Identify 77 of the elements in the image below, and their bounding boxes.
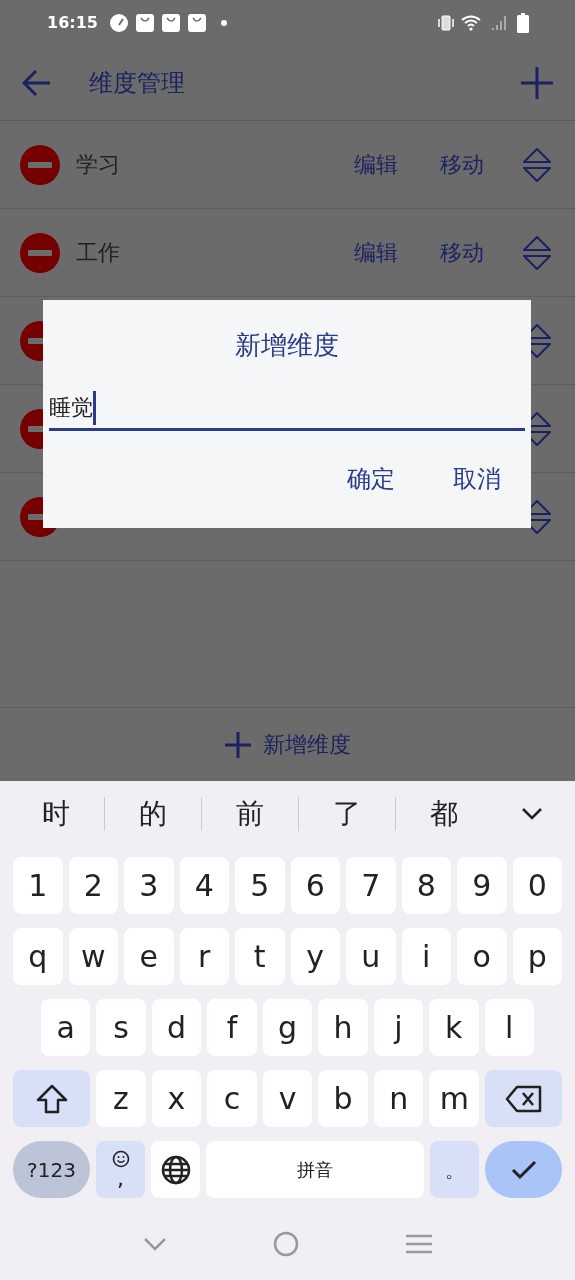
battery-icon xyxy=(517,12,529,33)
key[interactable]: j xyxy=(373,999,424,1056)
key[interactable]: o xyxy=(457,928,507,985)
back-arrow-icon[interactable] xyxy=(22,67,52,98)
dialog-button[interactable]: 取消 xyxy=(453,461,501,497)
key[interactable]: 1 xyxy=(13,857,63,914)
status-time: 16:15 xyxy=(47,11,98,34)
shift-icon xyxy=(35,1083,68,1114)
key[interactable]: 0 xyxy=(512,857,562,914)
speedometer-icon xyxy=(109,13,128,32)
candidate-word[interactable]: 都 xyxy=(396,793,492,835)
key[interactable]: f xyxy=(207,999,257,1056)
key[interactable]: 3 xyxy=(124,857,174,914)
key[interactable]: g xyxy=(262,999,313,1056)
emoji-comma-key[interactable]: , xyxy=(96,1141,145,1198)
key[interactable]: 4 xyxy=(179,857,229,914)
comma-label: , xyxy=(117,1167,124,1190)
key[interactable]: b xyxy=(318,1070,368,1127)
backspace-key[interactable] xyxy=(485,1070,563,1127)
period-key[interactable]: 。 xyxy=(430,1141,479,1198)
shift-key[interactable] xyxy=(13,1070,90,1127)
key[interactable]: p xyxy=(512,928,562,985)
key[interactable]: e xyxy=(124,928,174,985)
plus-icon xyxy=(224,731,251,758)
dot-icon xyxy=(220,19,227,26)
key[interactable]: k xyxy=(429,999,479,1056)
key[interactable]: a xyxy=(41,999,91,1056)
key[interactable]: v xyxy=(262,1070,313,1127)
space-key[interactable]: 拼音 xyxy=(206,1141,424,1198)
enter-key[interactable] xyxy=(485,1141,562,1198)
key[interactable]: 9 xyxy=(457,857,507,914)
shopping-bag-icon xyxy=(187,13,206,32)
page-title: 维度管理 xyxy=(89,67,185,99)
language-key[interactable] xyxy=(151,1141,200,1198)
key[interactable]: 7 xyxy=(346,857,396,914)
vibrate-icon xyxy=(437,14,455,31)
key[interactable]: i xyxy=(401,928,451,985)
key[interactable]: y xyxy=(290,928,340,985)
key[interactable]: r xyxy=(179,928,229,985)
backspace-icon xyxy=(504,1084,543,1113)
key[interactable]: 2 xyxy=(68,857,118,914)
key[interactable]: l xyxy=(484,999,534,1056)
candidate-word[interactable]: 时 xyxy=(8,793,104,835)
signal-icon xyxy=(491,14,507,31)
key[interactable]: w xyxy=(68,928,118,985)
symbols-key[interactable]: ?123 xyxy=(13,1141,90,1198)
key[interactable]: x xyxy=(151,1070,202,1127)
chevron-down-icon[interactable] xyxy=(521,807,543,821)
dialog-button[interactable]: 确定 xyxy=(347,461,395,497)
key[interactable]: u xyxy=(346,928,396,985)
key[interactable]: n xyxy=(373,1070,424,1127)
globe-icon xyxy=(160,1154,191,1185)
key[interactable]: d xyxy=(151,999,202,1056)
name-input-field[interactable]: 睡觉 xyxy=(49,387,525,431)
key[interactable]: z xyxy=(96,1070,146,1127)
key[interactable]: c xyxy=(207,1070,257,1127)
item-label: 工作 xyxy=(76,239,120,267)
key[interactable]: 5 xyxy=(235,857,285,914)
key[interactable]: 8 xyxy=(401,857,451,914)
wifi-icon xyxy=(461,14,481,31)
shopping-bag-icon xyxy=(135,13,154,32)
key[interactable]: 6 xyxy=(290,857,340,914)
candidate-word[interactable]: 前 xyxy=(202,793,298,835)
key[interactable]: t xyxy=(235,928,285,985)
dialog-title: 新增维度 xyxy=(235,329,339,362)
input-value: 睡觉 xyxy=(49,394,93,422)
key[interactable]: m xyxy=(429,1070,480,1127)
key[interactable]: s xyxy=(96,999,146,1056)
key[interactable]: q xyxy=(13,928,63,985)
check-icon xyxy=(509,1158,538,1181)
item-label: 学习 xyxy=(76,151,120,179)
candidate-word[interactable]: 的 xyxy=(105,793,201,835)
add-icon[interactable] xyxy=(521,66,553,99)
key[interactable]: h xyxy=(318,999,368,1056)
shopping-bag-icon xyxy=(161,13,180,32)
candidate-word[interactable]: 了 xyxy=(299,793,395,835)
smiley-icon xyxy=(111,1149,130,1168)
